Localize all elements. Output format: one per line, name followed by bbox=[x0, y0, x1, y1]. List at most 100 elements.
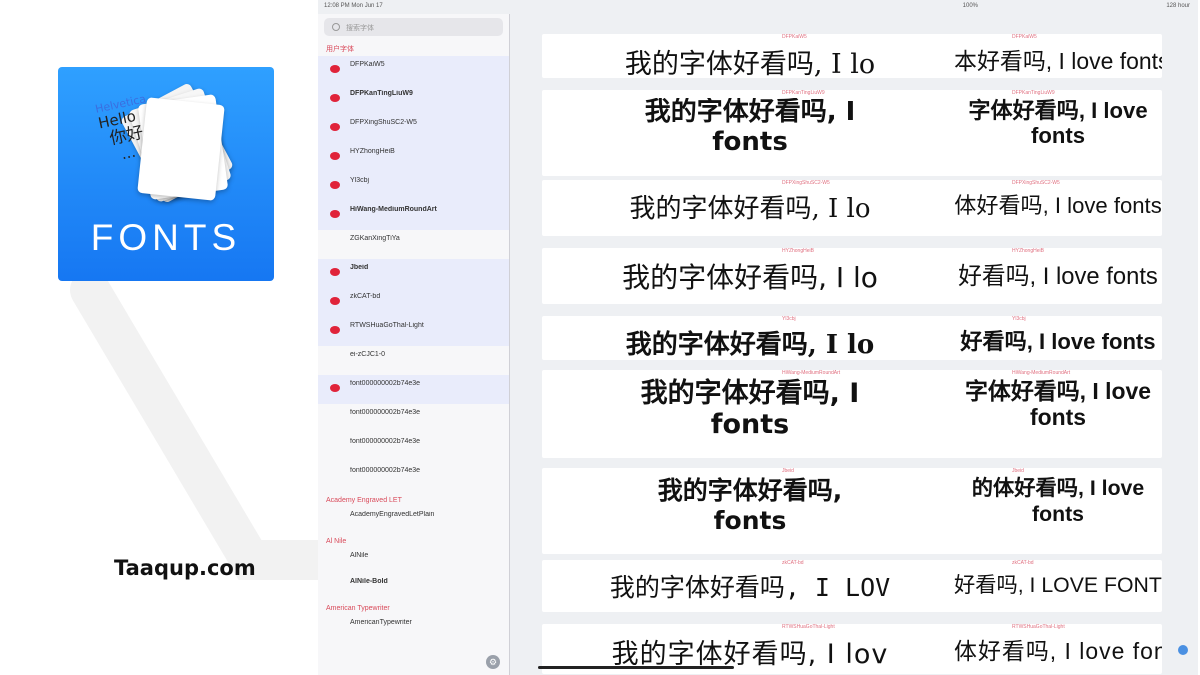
sample-line: 字体好看吗, I love bbox=[964, 378, 1152, 404]
font-family-list: Academy Engraved LET AcademyEngravedLetPl… bbox=[318, 491, 509, 640]
font-sample-card[interactable]: Jbeid Jbeid 我的字体好看吗, fonts 的体好看吗, I love font… bbox=[542, 468, 1162, 554]
sample-line: 体好看吗, I love fonts bbox=[954, 193, 1162, 218]
delete-icon[interactable] bbox=[330, 297, 340, 305]
delete-icon[interactable] bbox=[330, 94, 340, 102]
sample-text-right: 本好看吗, I love fonts bbox=[954, 42, 1162, 76]
sidebar-font-item[interactable]: font000000002b74e3e bbox=[318, 433, 509, 462]
sample-caption: Jbeid bbox=[782, 468, 794, 474]
sample-text-left: 我的字体好看吗, I lo bbox=[546, 188, 954, 225]
sample-line: 我的字体好看吗, I lo bbox=[625, 330, 875, 360]
font-name: ei-zCJC1-0 bbox=[350, 351, 386, 358]
font-name: AcademyEngravedLetPlain bbox=[350, 511, 435, 518]
font-name: AmericanTypewriter bbox=[350, 619, 412, 626]
battery-status: 128 hour bbox=[1166, 3, 1190, 9]
sample-text-left: 我的字体好看吗, I lo bbox=[546, 256, 954, 296]
font-sample-card[interactable]: DFPKaiW5 DFPKaiW5 我的字体好看吗, I lo 本好看吗, I lov… bbox=[542, 34, 1162, 78]
delete-icon[interactable] bbox=[330, 123, 340, 131]
sidebar-font-item[interactable]: DFPKaiW5 bbox=[318, 56, 509, 85]
font-name: HiWang-MediumRoundArt bbox=[350, 206, 437, 213]
family-title: American Typewriter bbox=[326, 605, 390, 612]
sample-caption: HiWang-MediumRoundArt bbox=[782, 370, 841, 376]
sample-line: 的体好看吗, I love bbox=[971, 476, 1145, 500]
sample-caption: RTWSHuaGoThal-Light bbox=[1012, 624, 1065, 630]
delete-icon[interactable] bbox=[330, 268, 340, 276]
font-name: DFPKanTingLiuW9 bbox=[350, 90, 413, 97]
sidebar-font-item[interactable]: ei-zCJC1-0 bbox=[318, 346, 509, 375]
sample-line: 本好看吗, I love fonts bbox=[954, 48, 1162, 74]
wifi-status: 100% bbox=[962, 3, 978, 9]
scroll-indicator bbox=[1178, 645, 1188, 655]
delete-icon[interactable] bbox=[330, 210, 340, 218]
search-input[interactable]: 搜索字体 bbox=[324, 18, 503, 36]
settings-icon[interactable]: ⚙ bbox=[486, 655, 500, 669]
sample-line: 好看吗, I LOVE FONTS bbox=[954, 573, 1162, 597]
font-name: DFPKaiW5 bbox=[350, 61, 385, 68]
font-sample-card[interactable]: HiWang-MediumRoundArt HiWang-MediumRoundA… bbox=[542, 370, 1162, 458]
sample-caption: DFPKanTingLiuW9 bbox=[1012, 90, 1055, 96]
sample-caption: DFPKaiW5 bbox=[1012, 34, 1037, 40]
family-font-item[interactable]: AlNile bbox=[318, 547, 509, 573]
family-title: Al Nile bbox=[326, 538, 347, 545]
sample-line: 我的字体好看吗, bbox=[657, 476, 843, 505]
sample-text-right: 体好看吗, I love fonts bbox=[954, 632, 1162, 666]
sample-line: 好看吗, I love fonts bbox=[960, 329, 1156, 354]
font-name: zkCAT-bd bbox=[350, 293, 381, 300]
font-preview-list: DFPKaiW5 DFPKaiW5 我的字体好看吗, I lo 本好看吗, I lov… bbox=[512, 14, 1198, 675]
font-name: RTWSHuaGoThal-Light bbox=[350, 322, 424, 329]
sample-text-left: 我的字体好看吗, I LOV bbox=[546, 568, 954, 604]
delete-icon[interactable] bbox=[330, 384, 340, 392]
font-name: AlNile-Bold bbox=[350, 578, 388, 585]
sample-line: fonts bbox=[710, 409, 790, 441]
sample-line: fonts bbox=[1032, 501, 1084, 526]
font-sample-card[interactable]: DFPKanTingLiuW9 DFPKanTingLiuW9 我的字体好看吗, I… bbox=[542, 90, 1162, 176]
sample-caption: HiWang-MediumRoundArt bbox=[1012, 370, 1071, 376]
sidebar-font-item[interactable]: HiWang-MediumRoundArt bbox=[318, 201, 509, 230]
sample-caption: HYZhongHeiB bbox=[1012, 248, 1044, 254]
sample-line: 我的字体好看吗, I LOV bbox=[609, 573, 891, 602]
sidebar-font-item[interactable]: Yl3cbj bbox=[318, 172, 509, 201]
font-sample-card[interactable]: zkCAT-bd zkCAT-bd 我的字体好看吗, I LOV 好看吗, I LOV… bbox=[542, 560, 1162, 612]
font-sample-card[interactable]: DFPXingShuSC2-W5 DFPXingShuSC2-W5 我的字体好看吗,… bbox=[542, 180, 1162, 236]
sidebar-font-item[interactable]: font000000002b74e3e bbox=[318, 404, 509, 433]
sidebar-font-item[interactable]: font000000002b74e3e bbox=[318, 462, 509, 491]
sidebar-font-item[interactable]: RTWSHuaGoThal-Light bbox=[318, 317, 509, 346]
sample-text-right: 体好看吗, I love fonts bbox=[954, 188, 1162, 220]
font-name: font000000002b74e3e bbox=[350, 409, 421, 416]
font-sidebar: 搜索字体 用户字体 DFPKaiW5 DFPKanTingLiuW9 DFPXing… bbox=[318, 14, 510, 675]
sample-line: 我的字体好看吗, I lo bbox=[624, 49, 876, 78]
delete-icon[interactable] bbox=[330, 152, 340, 160]
delete-icon[interactable] bbox=[330, 65, 340, 73]
delete-icon[interactable] bbox=[330, 326, 340, 334]
font-name: ZGKanXingTiYa bbox=[350, 235, 400, 242]
sample-text-left: 我的字体好看吗, fonts bbox=[546, 476, 954, 536]
font-name: Jbeid bbox=[350, 264, 369, 271]
sample-line: fonts bbox=[712, 126, 788, 157]
sample-line: 我的字体好看吗, I lo bbox=[629, 194, 871, 224]
delete-icon[interactable] bbox=[330, 181, 340, 189]
family-title: Academy Engraved LET bbox=[326, 497, 402, 504]
sidebar-font-item[interactable]: ZGKanXingTiYa bbox=[318, 230, 509, 259]
status-bar: 12:08 PM Mon Jun 17 100% 128 hour bbox=[318, 0, 1198, 14]
family-font-item[interactable]: AlNile-Bold bbox=[318, 573, 509, 599]
sample-caption: zkCAT-bd bbox=[782, 560, 804, 566]
font-sample-card[interactable]: HYZhongHeiB HYZhongHeiB 我的字体好看吗, I lo 好看吗, … bbox=[542, 248, 1162, 304]
family-font-item[interactable]: AmericanTypewriter bbox=[318, 614, 509, 640]
family-font-item[interactable]: AcademyEngravedLetPlain bbox=[318, 506, 509, 532]
font-sample-card[interactable]: Yl3cbj Yl3cbj 我的字体好看吗, I lo 好看吗, I love fon… bbox=[542, 316, 1162, 360]
sample-text-right: 好看吗, I LOVE FONTS bbox=[954, 568, 1162, 599]
sidebar-font-item[interactable]: HYZhongHeiB bbox=[318, 143, 509, 172]
font-name: HYZhongHeiB bbox=[350, 148, 395, 155]
sidebar-font-item[interactable]: DFPXingShuSC2-W5 bbox=[318, 114, 509, 143]
sample-caption: DFPKaiW5 bbox=[782, 34, 807, 40]
sample-text-right: 好看吗, I love fonts bbox=[954, 256, 1162, 291]
font-name: font000000002b74e3e bbox=[350, 438, 421, 445]
sample-caption: HYZhongHeiB bbox=[782, 248, 814, 254]
sidebar-font-item[interactable]: font000000002b74e3e bbox=[318, 375, 509, 404]
sidebar-font-item[interactable]: Jbeid bbox=[318, 259, 509, 288]
sample-text-left: 我的字体好看吗, Ifonts bbox=[546, 378, 954, 440]
sample-caption: Jbeid bbox=[1012, 468, 1024, 474]
sample-line: 体好看吗, I love fonts bbox=[954, 638, 1162, 664]
sample-line: fonts bbox=[1029, 404, 1087, 431]
sidebar-font-item[interactable]: zkCAT-bd bbox=[318, 288, 509, 317]
sidebar-font-item[interactable]: DFPKanTingLiuW9 bbox=[318, 85, 509, 114]
